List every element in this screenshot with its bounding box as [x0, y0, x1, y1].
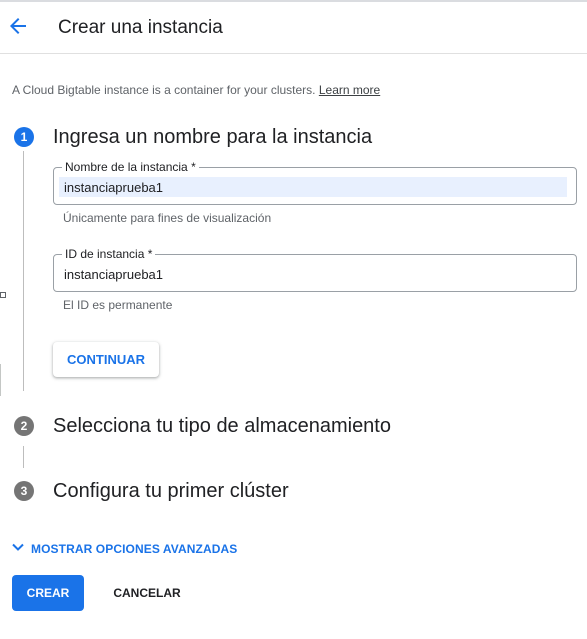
intro-description: A Cloud Bigtable instance is a container…: [12, 83, 316, 97]
page-title: Crear una instancia: [58, 17, 223, 38]
page-header: Crear una instancia: [0, 2, 587, 54]
step-2-badge: 2: [14, 416, 34, 436]
cancel-button[interactable]: CANCELAR: [100, 575, 194, 611]
instance-name-hint: Únicamente para fines de visualización: [63, 211, 272, 225]
show-advanced-label: MOSTRAR OPCIONES AVANZADAS: [31, 542, 238, 556]
resize-handle[interactable]: [0, 292, 6, 298]
step-connector-2: [23, 446, 24, 468]
edge-divider: [0, 364, 1, 396]
step-3-title[interactable]: Configura tu primer clúster: [53, 478, 289, 504]
step-3-number: 3: [20, 484, 28, 498]
instance-id-field[interactable]: ID de instancia *: [53, 247, 577, 292]
step-connector-1: [23, 151, 24, 391]
create-button[interactable]: CREAR: [12, 575, 84, 611]
instance-name-field[interactable]: Nombre de la instancia *: [53, 160, 577, 205]
intro-text: A Cloud Bigtable instance is a container…: [12, 82, 380, 98]
arrow-left-icon[interactable]: [6, 14, 30, 38]
instance-name-input[interactable]: [59, 177, 567, 197]
step-3-badge: 3: [14, 481, 34, 501]
instance-id-input[interactable]: [59, 264, 567, 284]
show-advanced-options[interactable]: MOSTRAR OPCIONES AVANZADAS: [11, 541, 237, 557]
step-1-title[interactable]: Ingresa un nombre para la instancia: [53, 124, 372, 150]
step-2-number: 2: [20, 419, 28, 433]
instance-id-label: ID de instancia *: [62, 247, 156, 261]
instance-name-label: Nombre de la instancia *: [62, 160, 199, 174]
step-1-number: 1: [20, 130, 28, 144]
continue-button[interactable]: CONTINUAR: [53, 342, 159, 377]
step-1-badge: 1: [14, 127, 34, 147]
step-2-title[interactable]: Selecciona tu tipo de almacenamiento: [53, 413, 391, 439]
learn-more-link[interactable]: Learn more: [319, 83, 380, 97]
chevron-down-icon: [11, 540, 25, 559]
instance-id-hint: El ID es permanente: [63, 298, 173, 312]
